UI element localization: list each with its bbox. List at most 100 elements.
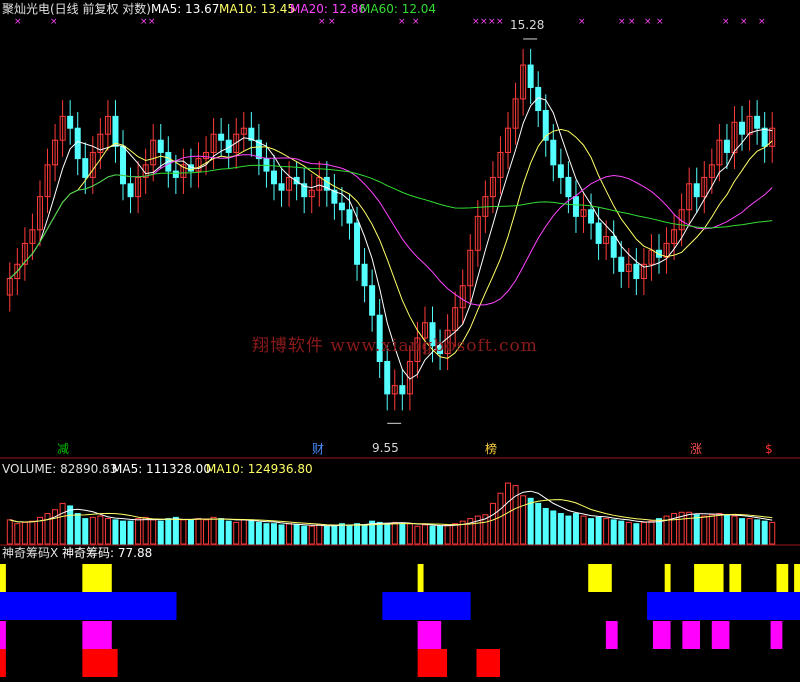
candle-body xyxy=(550,139,557,166)
chip-band-yellow xyxy=(82,564,112,592)
volume-bar xyxy=(693,514,700,545)
volume-bar xyxy=(354,523,361,545)
signal-cross: × xyxy=(644,17,652,27)
volume-bar xyxy=(489,502,496,545)
volume-bar xyxy=(421,524,428,545)
volume-bar xyxy=(263,523,270,545)
marker-rise[interactable]: 涨 xyxy=(689,443,703,456)
volume-bar xyxy=(557,513,564,545)
volume-bar xyxy=(595,516,602,545)
candle-body xyxy=(723,139,730,153)
volume-bar xyxy=(618,520,625,545)
volume-ma5-label: MA5: 111328.00 xyxy=(112,462,211,476)
volume-bar xyxy=(301,525,308,545)
volume-bar xyxy=(686,511,693,545)
volume-bar xyxy=(323,525,330,545)
volume-bar xyxy=(580,515,587,545)
candle-body xyxy=(346,209,353,224)
marker-ranking[interactable]: 榜 xyxy=(484,443,498,456)
volume-bar xyxy=(286,523,293,545)
volume-bar xyxy=(527,497,534,545)
marker-dollar[interactable]: $ xyxy=(764,443,774,456)
volume-bar xyxy=(218,518,225,545)
volume-bar xyxy=(701,515,708,545)
volume-bar xyxy=(565,515,572,545)
chip-band-blue xyxy=(647,592,800,620)
signal-cross: × xyxy=(318,17,326,27)
candle-body xyxy=(218,133,225,141)
volume-bar xyxy=(59,502,66,545)
volume-bar xyxy=(67,505,74,545)
signal-cross: × xyxy=(472,17,480,27)
volume-bar xyxy=(127,520,134,545)
volume-bar xyxy=(633,523,640,545)
stock-title: 聚灿光电(日线 前复权 对数) xyxy=(2,2,151,16)
volume-bar xyxy=(293,524,300,545)
volume-bar xyxy=(97,515,104,545)
volume-bar xyxy=(406,523,413,545)
volume-bar xyxy=(6,519,13,545)
chip-band-blue xyxy=(0,592,177,620)
candle-body xyxy=(270,170,277,185)
signal-cross: × xyxy=(50,17,58,27)
marker-finance[interactable]: 财 xyxy=(311,443,325,456)
volume-bar xyxy=(308,525,315,545)
volume-bar xyxy=(195,518,202,545)
volume-bar xyxy=(535,502,542,545)
candle-body xyxy=(172,170,179,178)
chip-band-red xyxy=(82,649,118,677)
signal-cross: × xyxy=(628,17,636,27)
volume-bar xyxy=(588,518,595,545)
watermark: 翔博软件 www.xiangbosoft.com xyxy=(252,336,538,356)
candle-body xyxy=(369,285,376,316)
marker-reduce[interactable]: 减 xyxy=(56,443,70,456)
signal-cross: × xyxy=(488,17,496,27)
volume-bar xyxy=(399,523,406,545)
ma60-label: MA60: 12.04 xyxy=(360,2,437,16)
volume-bar xyxy=(414,525,421,545)
signal-cross: × xyxy=(398,17,406,27)
volume-bar xyxy=(172,516,179,545)
chip-band-magenta xyxy=(0,621,6,649)
chip-band-magenta xyxy=(417,621,442,649)
candle-body xyxy=(618,256,625,272)
candle-body xyxy=(384,360,391,395)
chip-band-yellow xyxy=(776,564,789,592)
candle-body xyxy=(338,202,345,211)
volume-label: VOLUME: 82890.83 xyxy=(2,462,118,476)
chip-band-yellow xyxy=(794,564,800,592)
volume-bar xyxy=(112,519,119,545)
candle-body xyxy=(595,222,602,244)
chip-band-magenta xyxy=(711,621,730,649)
volume-bar xyxy=(233,521,240,545)
candle-body xyxy=(761,127,768,147)
chip-band-blue xyxy=(382,592,471,620)
volume-bar xyxy=(255,521,262,545)
volume-bar xyxy=(346,524,353,545)
volume-bar xyxy=(603,518,610,545)
volume-bar xyxy=(391,521,398,545)
volume-bar xyxy=(278,524,285,545)
signal-cross: × xyxy=(148,17,156,27)
volume-bar xyxy=(708,514,715,545)
candle-body xyxy=(354,222,361,265)
signal-cross: × xyxy=(578,17,586,27)
ma5-label: MA5: 13.67 xyxy=(151,2,220,16)
volume-bar xyxy=(270,523,277,545)
candle-body xyxy=(527,64,534,88)
volume-bar xyxy=(731,515,738,545)
volume-bar xyxy=(512,485,519,545)
signal-cross: × xyxy=(722,17,730,27)
volume-bar xyxy=(210,516,217,545)
volume-bar xyxy=(316,524,323,545)
chip-band-magenta xyxy=(770,621,783,649)
candle-body xyxy=(565,176,572,198)
chip-band-red xyxy=(0,649,6,677)
candle-body xyxy=(399,385,406,395)
chip-band-red xyxy=(417,649,448,677)
volume-bar xyxy=(542,507,549,545)
volume-bar xyxy=(89,516,96,545)
volume-bar xyxy=(376,521,383,545)
volume-bar xyxy=(180,519,187,545)
chip-band-yellow xyxy=(729,564,742,592)
